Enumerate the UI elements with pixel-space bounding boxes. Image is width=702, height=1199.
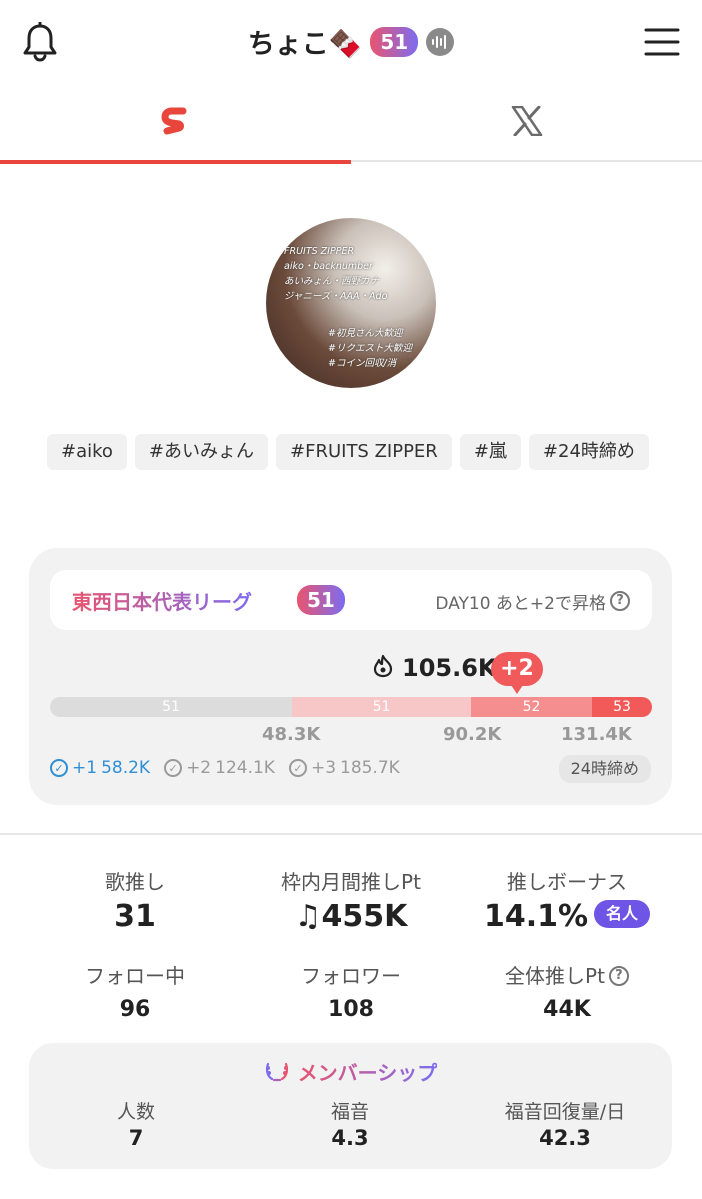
segment-label: 52 — [522, 699, 541, 715]
threshold-label: 131.4K — [561, 724, 632, 745]
league-level-badge: 51 — [297, 585, 345, 615]
tag-chip[interactable]: #あいみょん — [134, 434, 269, 470]
x-logo-icon — [511, 105, 543, 140]
threshold-label: 90.2K — [443, 724, 502, 745]
current-score: 105.6K — [372, 654, 497, 682]
stat-value-text: 14.1% — [483, 899, 589, 934]
source-tabs — [0, 84, 702, 164]
stat-value-text: 455K — [321, 899, 408, 934]
avatar-line: aiko・backnumber — [284, 261, 373, 272]
profile-title: ちょこ🍫 51 — [0, 22, 702, 61]
next-rank-value: 124.1K — [215, 758, 275, 778]
score-diff-badge: +2 — [491, 652, 543, 694]
stat-label: 人数 — [116, 1101, 155, 1123]
league-header[interactable]: 東西日本代表リーグ 51 DAY10 あと+2で昇格 ? — [50, 570, 652, 630]
segment-label: 53 — [613, 699, 631, 715]
music-note-icon: ♫ — [294, 899, 322, 934]
waveform-icon[interactable] — [426, 27, 455, 56]
help-icon[interactable]: ? — [610, 591, 630, 611]
stat-total-pt: 全体推しPt? 44K — [450, 960, 684, 1022]
avatar-line: #コイン回収/消 — [328, 358, 397, 369]
help-icon[interactable]: ? — [608, 965, 629, 986]
membership-stat: 人数 7 — [29, 1097, 243, 1150]
stat-label: フォロワー — [301, 964, 401, 988]
tag-list: #aiko #あいみょん #FRUITS ZIPPER #嵐 #24時締め — [47, 434, 667, 470]
active-tab-indicator — [0, 160, 351, 164]
league-name: 東西日本代表リーグ — [72, 586, 252, 615]
profile-name: ちょこ🍫 — [247, 29, 363, 60]
avatar-line: #リクエスト大歓迎 — [328, 343, 412, 354]
avatar-line: ジャニーズ・AAA・Ado — [284, 291, 388, 302]
tab-x[interactable] — [351, 84, 702, 162]
next-rank-row: ✓ +1 58.2K ✓ +2 124.1K ✓ +3 185.7K — [50, 758, 400, 778]
league-card: 東西日本代表リーグ 51 DAY10 あと+2で昇格 ? 105.6K +2 5… — [29, 548, 672, 805]
segment-label: 51 — [162, 699, 180, 715]
bar-segment: 51 — [292, 697, 471, 717]
stat-value: ♫455K — [234, 899, 468, 934]
next-rank-delta: +3 — [310, 758, 337, 778]
section-divider — [0, 833, 702, 835]
tag-chip[interactable]: #24時締め — [528, 434, 649, 470]
stat-value: 4.3 — [331, 1126, 369, 1150]
flame-icon — [372, 654, 394, 682]
stat-value: 96 — [119, 997, 151, 1022]
membership-stat: 福音回復量/日 42.3 — [458, 1097, 672, 1150]
stat-label: 歌推し — [105, 870, 165, 894]
membership-title: メンバーシップ — [29, 1057, 672, 1086]
stat-label: 枠内月間推しPt — [281, 870, 421, 894]
check-circle-icon: ✓ — [50, 759, 68, 777]
stat-following[interactable]: フォロー中 96 — [18, 960, 252, 1022]
check-circle-icon: ✓ — [288, 759, 307, 777]
next-rank-delta: +1 — [72, 758, 98, 778]
stat-value: 7 — [128, 1126, 144, 1150]
avatar-text-bottom: #初見さん大歓迎 #リクエスト大歓迎 #コイン回収/消 — [328, 326, 412, 371]
league-progress-bar: 51 51 52 53 — [50, 697, 652, 717]
league-day-status: DAY10 あと+2で昇格 — [435, 594, 606, 614]
check-circle-icon: ✓ — [164, 759, 183, 777]
score-value: 105.6K — [402, 654, 497, 682]
next-rank-value: 58.2K — [101, 758, 151, 778]
showroom-s-logo-icon — [159, 104, 193, 142]
avatar-line: #初見さん大歓迎 — [328, 328, 403, 339]
membership-card[interactable]: メンバーシップ 人数 7 福音 4.3 福音回復量/日 42.3 — [29, 1043, 672, 1169]
avatar[interactable]: FRUITS ZIPPER aiko・backnumber あいみょん・西野カナ… — [266, 218, 436, 388]
stat-value: 14.1% 名人 — [450, 899, 684, 934]
stat-label: フォロー中 — [85, 964, 185, 988]
laurel-wreath-icon — [264, 1058, 290, 1086]
hamburger-menu-icon[interactable] — [644, 24, 680, 60]
tab-showroom[interactable] — [0, 84, 351, 164]
tag-chip[interactable]: #嵐 — [459, 434, 521, 470]
bar-segment: 51 — [50, 697, 292, 717]
tag-chip[interactable]: #aiko — [47, 434, 127, 470]
next-rank-delta: +2 — [186, 758, 212, 778]
membership-stat: 福音 4.3 — [243, 1097, 457, 1150]
segment-label: 51 — [372, 699, 391, 715]
stat-followers[interactable]: フォロワー 108 — [234, 960, 468, 1022]
stat-label: 全体推しPt? — [450, 960, 684, 989]
stat-label: 推しボーナス — [507, 870, 627, 894]
stat-monthly-pt: 枠内月間推しPt ♫455K — [234, 866, 468, 934]
membership-title-text: メンバーシップ — [298, 1057, 438, 1086]
app-header: ちょこ🍫 51 — [0, 0, 702, 84]
rank-badge: 名人 — [594, 899, 651, 928]
avatar-line: FRUITS ZIPPER — [284, 246, 355, 257]
level-badge: 51 — [370, 26, 419, 57]
stat-value: 42.3 — [539, 1126, 591, 1150]
stat-label-text: 全体推しPt — [505, 964, 605, 988]
stat-value: 108 — [328, 997, 374, 1022]
bar-segment: 52 — [471, 697, 592, 717]
avatar-text-top: FRUITS ZIPPER aiko・backnumber あいみょん・西野カナ… — [284, 244, 387, 304]
deadline-badge: 24時締め — [558, 755, 651, 783]
stat-value: 44K — [543, 997, 591, 1022]
bar-segment: 53 — [592, 697, 652, 717]
threshold-label: 48.3K — [262, 724, 321, 745]
tag-chip[interactable]: #FRUITS ZIPPER — [276, 434, 452, 470]
next-rank-value: 185.7K — [340, 758, 400, 778]
stat-value: 31 — [114, 899, 156, 934]
stat-label: 福音 — [330, 1101, 369, 1123]
stat-bonus: 推しボーナス 14.1% 名人 — [450, 866, 684, 934]
stat-label: 福音回復量/日 — [504, 1101, 626, 1123]
avatar-line: あいみょん・西野カナ — [284, 276, 380, 287]
stat-song-oshi: 歌推し 31 — [18, 866, 252, 934]
